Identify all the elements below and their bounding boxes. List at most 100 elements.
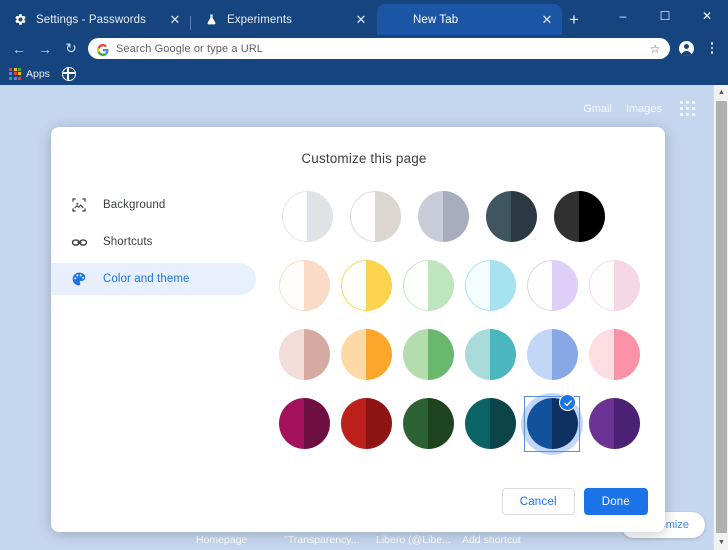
swatch-row bbox=[273, 320, 645, 389]
bookmark-globe[interactable] bbox=[61, 66, 76, 81]
page-scrollbar[interactable]: ▲ ▼ bbox=[713, 85, 728, 550]
swatch-circle bbox=[402, 329, 454, 380]
close-window-button[interactable]: ✕ bbox=[686, 0, 728, 32]
link-icon bbox=[70, 233, 88, 251]
swatch-dark-half bbox=[304, 398, 330, 449]
swatch-circle bbox=[553, 191, 605, 242]
scroll-down-arrow[interactable]: ▼ bbox=[714, 535, 728, 550]
tab-close-button[interactable]: ✕ bbox=[538, 11, 556, 29]
images-link[interactable]: Images bbox=[626, 103, 662, 115]
swatch-circle bbox=[588, 398, 640, 449]
swatch-circle bbox=[464, 260, 516, 311]
gmail-link[interactable]: Gmail bbox=[583, 103, 612, 115]
tab-title: Settings - Passwords bbox=[36, 13, 147, 26]
back-button[interactable]: ← bbox=[6, 35, 32, 62]
color-swatch-pale-purple[interactable] bbox=[521, 251, 583, 320]
shortcut-libero[interactable]: Libero (@Libe... bbox=[376, 534, 462, 546]
color-swatch-red[interactable] bbox=[335, 389, 397, 458]
swatch-circle bbox=[402, 260, 454, 311]
swatch-circle bbox=[278, 398, 330, 449]
gear-icon bbox=[12, 12, 28, 28]
chrome-menu-icon[interactable] bbox=[704, 39, 720, 57]
browser-window: Settings - Passwords ✕ Experiments ✕ New Tab… bbox=[0, 0, 728, 550]
color-swatch-warm-grey[interactable] bbox=[341, 182, 409, 251]
browser-tab[interactable]: New Tab ✕ bbox=[377, 4, 562, 35]
add-shortcut-button[interactable]: Add shortcut bbox=[462, 534, 550, 546]
color-swatch-magenta[interactable] bbox=[273, 389, 335, 458]
color-swatch-forest-green[interactable] bbox=[397, 389, 459, 458]
color-swatch-black[interactable] bbox=[545, 182, 613, 251]
swatch-dark-half bbox=[366, 329, 392, 380]
sidebar-item-shortcuts[interactable]: Shortcuts bbox=[51, 226, 256, 258]
address-bar-text[interactable]: Search Google or type a URL bbox=[116, 43, 648, 55]
shortcut-homepage[interactable]: Homepage bbox=[196, 534, 284, 546]
forward-button[interactable]: → bbox=[32, 35, 58, 62]
swatch-light-half bbox=[278, 398, 304, 449]
image-icon bbox=[70, 196, 88, 214]
sidebar-item-label: Color and theme bbox=[103, 273, 190, 285]
color-swatch-pale-pink[interactable] bbox=[583, 251, 645, 320]
swatch-circle bbox=[464, 398, 516, 449]
dialog-footer: Cancel Done bbox=[501, 488, 648, 515]
swatch-light-half bbox=[340, 260, 366, 311]
swatch-light-half bbox=[278, 329, 304, 380]
bookmarks-bar: Apps bbox=[0, 62, 728, 85]
swatch-circle bbox=[278, 260, 330, 311]
swatch-circle bbox=[526, 260, 578, 311]
done-button[interactable]: Done bbox=[583, 488, 648, 515]
color-swatch-pale-cyan[interactable] bbox=[459, 251, 521, 320]
cancel-button[interactable]: Cancel bbox=[501, 488, 575, 515]
sidebar-item-color-and-theme[interactable]: Color and theme bbox=[51, 263, 256, 295]
tab-close-button[interactable]: ✕ bbox=[352, 11, 370, 29]
address-bar[interactable]: Search Google or type a URL ☆ bbox=[88, 38, 670, 59]
profile-icon[interactable] bbox=[679, 41, 694, 56]
color-swatch-dusty-rose[interactable] bbox=[273, 320, 335, 389]
swatch-light-half bbox=[402, 260, 428, 311]
reload-button[interactable]: ↻ bbox=[58, 35, 84, 62]
navigation-toolbar: ← → ↻ Search Google or type a URL ☆ bbox=[0, 35, 728, 62]
shortcut-transparency[interactable]: "Transparency... bbox=[284, 534, 376, 546]
scrollbar-thumb[interactable] bbox=[716, 101, 727, 533]
color-swatch-pink[interactable] bbox=[583, 320, 645, 389]
browser-tab[interactable]: Settings - Passwords ✕ bbox=[0, 4, 190, 35]
minimize-button[interactable]: – bbox=[602, 0, 644, 32]
swatch-light-half bbox=[349, 191, 375, 242]
color-swatch-orange[interactable] bbox=[335, 320, 397, 389]
swatch-row bbox=[273, 389, 645, 458]
swatch-circle bbox=[402, 398, 454, 449]
color-swatch-dark-blue[interactable] bbox=[521, 389, 583, 458]
color-swatch-pale-yellow[interactable] bbox=[335, 251, 397, 320]
color-swatch-grid bbox=[273, 182, 645, 458]
bookmark-star-icon[interactable]: ☆ bbox=[648, 42, 662, 56]
swatch-circle bbox=[340, 260, 392, 311]
swatch-dark-half bbox=[614, 329, 640, 380]
color-swatch-teal[interactable] bbox=[459, 320, 521, 389]
dialog-title: Customize this page bbox=[301, 151, 427, 166]
new-tab-button[interactable]: + bbox=[563, 8, 585, 30]
swatch-dark-half bbox=[375, 191, 401, 242]
swatch-dark-half bbox=[428, 398, 454, 449]
color-swatch-pale-peach[interactable] bbox=[273, 251, 335, 320]
color-swatch-green[interactable] bbox=[397, 320, 459, 389]
color-swatch-cool-grey[interactable] bbox=[409, 182, 477, 251]
color-swatch-pale-green[interactable] bbox=[397, 251, 459, 320]
color-swatch-default-white[interactable] bbox=[273, 182, 341, 251]
swatch-light-half bbox=[553, 191, 579, 242]
google-apps-grid-icon[interactable] bbox=[680, 101, 695, 116]
sidebar-item-background[interactable]: Background bbox=[51, 189, 256, 221]
scroll-up-arrow[interactable]: ▲ bbox=[714, 85, 728, 100]
browser-tab[interactable]: Experiments ✕ bbox=[191, 4, 376, 35]
color-swatch-slate[interactable] bbox=[477, 182, 545, 251]
swatch-dark-half bbox=[579, 191, 605, 242]
sidebar-item-label: Background bbox=[103, 199, 166, 211]
color-swatch-dark-teal[interactable] bbox=[459, 389, 521, 458]
color-swatch-blue[interactable] bbox=[521, 320, 583, 389]
swatch-dark-half bbox=[511, 191, 537, 242]
maximize-button[interactable]: ☐ bbox=[644, 0, 686, 32]
swatch-light-half bbox=[340, 329, 366, 380]
bookmark-apps[interactable]: Apps bbox=[9, 67, 50, 80]
bookmark-apps-label: Apps bbox=[26, 67, 50, 80]
swatch-circle bbox=[588, 260, 640, 311]
tab-close-button[interactable]: ✕ bbox=[166, 11, 184, 29]
color-swatch-purple[interactable] bbox=[583, 389, 645, 458]
